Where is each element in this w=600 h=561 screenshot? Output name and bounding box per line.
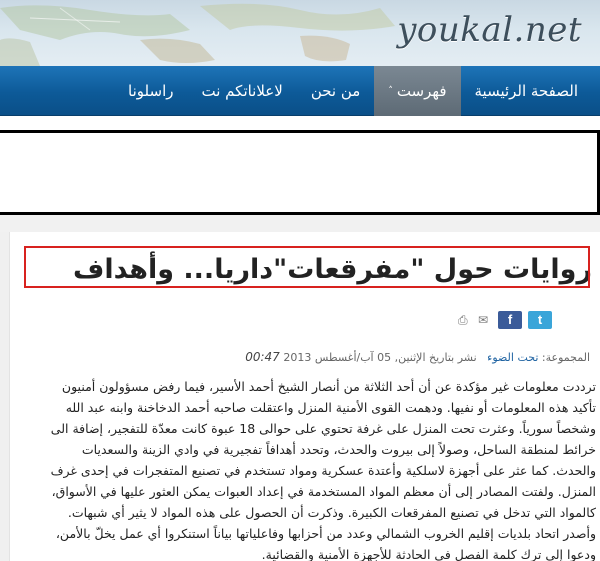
body-line: المنزل. ولفتت المصادر إلى أن معظم المواد… xyxy=(51,484,596,499)
main-nav: الصفحة الرئيسية فهرست˄ من نحن لاعلاناتكم… xyxy=(0,66,600,116)
twitter-icon[interactable]: t xyxy=(528,311,552,329)
body-line: وأصدر اتحاد بلديات إقليم الخروب الشمالي … xyxy=(55,526,596,541)
share-bar: ⎙ ✉ f t xyxy=(458,310,552,330)
body-line: وشخصاً سورياً. وعثرت تحت المنزل على غرفة… xyxy=(50,421,596,436)
nav-item-label: من نحن xyxy=(310,82,361,100)
nav-item-label: الصفحة الرئيسية xyxy=(474,82,579,100)
nav-item-label: راسلونا xyxy=(128,82,174,100)
body-line: تأكيد هذه المعلومات أو نفيها. ودهمت القو… xyxy=(65,400,596,415)
body-line: ودعوا إلى ترك كلمة الفصل في الحادثة للأج… xyxy=(261,547,596,561)
section-divider xyxy=(0,215,600,232)
article-meta: المجموعة: تحت الضوء نشر بتاريخ الإثنين, … xyxy=(245,350,590,364)
facebook-icon[interactable]: f xyxy=(498,311,522,329)
print-icon[interactable]: ⎙ xyxy=(458,313,472,327)
nav-item-index[interactable]: فهرست˄ xyxy=(374,66,461,116)
nav-item-contact[interactable]: راسلونا xyxy=(114,66,187,116)
left-rail xyxy=(0,232,10,561)
article-title[interactable]: روايات حول "مفرقعات"داريا... وأهداف xyxy=(73,254,592,285)
site-header: youkal.net xyxy=(0,0,600,66)
published-date: نشر بتاريخ الإثنين, 05 آب/أغسطس 2013 xyxy=(283,351,477,364)
nav-item-home[interactable]: الصفحة الرئيسية xyxy=(461,66,593,116)
ad-banner[interactable] xyxy=(0,130,600,215)
category-link[interactable]: تحت الضوء xyxy=(487,351,538,364)
chevron-down-icon: ˄ xyxy=(388,86,393,96)
body-line: والحدث. كما عثر على أجهزة لاسلكية وأعتدة… xyxy=(50,463,596,478)
nav-item-label: فهرست xyxy=(396,82,447,100)
email-icon[interactable]: ✉ xyxy=(478,313,492,327)
nav-item-label: لاعلاناتكم نت xyxy=(201,82,283,100)
body-line: خرائط لمنطقة الساحل، وصولاً إلى بيروت وا… xyxy=(81,442,596,457)
site-logo[interactable]: youkal.net xyxy=(397,10,582,50)
nav-item-advertise[interactable]: لاعلاناتكم نت xyxy=(188,66,297,116)
nav-item-about[interactable]: من نحن xyxy=(297,66,375,116)
body-line: كالمواد التي تدخل في تصنيع المفرقعات الك… xyxy=(67,505,596,520)
published-time: 00:47 xyxy=(245,350,280,364)
category-label: المجموعة: xyxy=(541,351,590,364)
body-line: ترددت معلومات غير مؤكدة عن أن أحد الثلاث… xyxy=(61,379,596,394)
article-body: ترددت معلومات غير مؤكدة عن أن أحد الثلاث… xyxy=(22,376,596,561)
article: روايات حول "مفرقعات"داريا... وأهداف ⎙ ✉ … xyxy=(14,232,600,561)
